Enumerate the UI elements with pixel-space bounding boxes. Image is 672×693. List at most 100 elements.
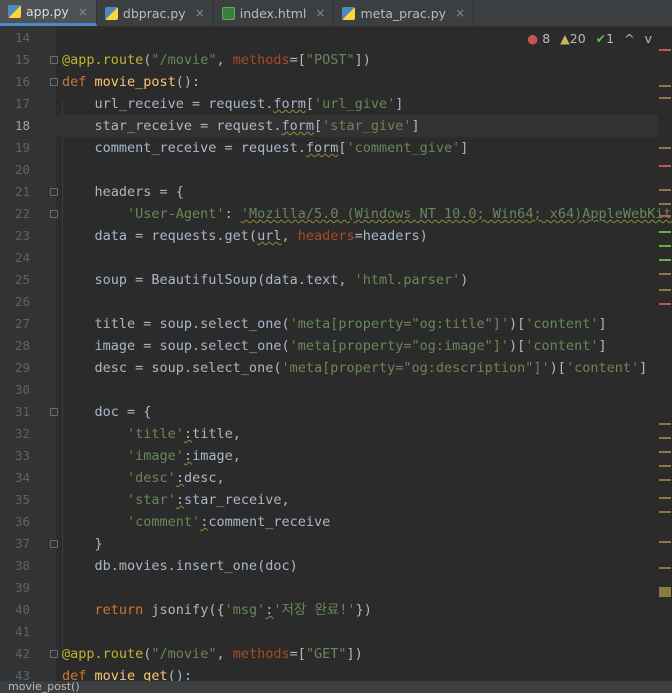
- code-line[interactable]: 39: [0, 577, 658, 599]
- code-line[interactable]: 20: [0, 159, 658, 181]
- tab-meta_prac-py[interactable]: meta_prac.py ×: [334, 0, 475, 26]
- code-token: 'meta[property="og:title"]': [289, 316, 510, 332]
- code-line[interactable]: 32 'title':title,: [0, 423, 658, 445]
- close-icon[interactable]: ×: [195, 6, 205, 20]
- breadcrumb-bar[interactable]: movie_post(): [0, 681, 672, 693]
- code-line[interactable]: 42 @app.route("/movie", methods=["GET"]): [0, 643, 658, 665]
- code-text: url_receive = request.form['url_give']: [62, 93, 404, 115]
- fold-marker-icon[interactable]: [50, 650, 58, 658]
- code-line[interactable]: 35 'star':star_receive,: [0, 489, 658, 511]
- code-token: url_receive = request.: [62, 96, 274, 112]
- warning-marker[interactable]: [659, 189, 671, 191]
- line-number: 25: [14, 272, 30, 287]
- code-token: form: [281, 118, 314, 134]
- code-line[interactable]: 26: [0, 291, 658, 313]
- close-icon[interactable]: ×: [78, 5, 88, 19]
- warning-marker[interactable]: [659, 147, 671, 149]
- code-line[interactable]: 21 headers = {: [0, 181, 658, 203]
- change-marker[interactable]: [659, 245, 671, 247]
- error-icon: ●: [527, 31, 539, 46]
- code-line[interactable]: 38 db.movies.insert_one(doc): [0, 555, 658, 577]
- fold-marker-icon[interactable]: [50, 540, 58, 548]
- code-text: data = requests.get(url, headers=headers…: [62, 225, 428, 247]
- code-text: @app.route("/movie", methods=["GET"]): [62, 643, 363, 665]
- code-line[interactable]: 34 'desc':desc,: [0, 467, 658, 489]
- code-token: comment_receive = request.: [62, 140, 306, 156]
- code-line[interactable]: 36 'comment':comment_receive: [0, 511, 658, 533]
- code-line[interactable]: 15 @app.route("/movie", methods=["POST"]): [0, 49, 658, 71]
- inspection-widget[interactable]: ● 8 ▲20 ✔1 ^ v: [527, 31, 652, 46]
- code-line[interactable]: 18 star_receive = request.form['star_giv…: [0, 115, 658, 137]
- code-line[interactable]: 43 def movie_get():: [0, 665, 658, 681]
- warning-marker[interactable]: [659, 451, 671, 453]
- code-line[interactable]: 29 desc = soup.select_one('meta[property…: [0, 357, 658, 379]
- change-marker[interactable]: [659, 231, 671, 233]
- code-token: :: [175, 470, 184, 486]
- fold-marker-icon[interactable]: [50, 210, 58, 218]
- previous-highlight-button[interactable]: ^: [624, 31, 634, 46]
- code-line[interactable]: 28 image = soup.select_one('meta[propert…: [0, 335, 658, 357]
- close-icon[interactable]: ×: [455, 6, 465, 20]
- code-line[interactable]: 16 def movie_post():: [0, 71, 658, 93]
- code-token: 'comment_give': [346, 140, 461, 156]
- breadcrumb[interactable]: movie_post(): [8, 681, 80, 693]
- warning-marker[interactable]: [659, 423, 671, 425]
- code-token: 'meta[property="og:image"]': [289, 338, 510, 354]
- code-line[interactable]: 40 return jsonify({'msg':'저장 완료!'}): [0, 599, 658, 621]
- code-token: =headers): [354, 228, 428, 244]
- tab-index-html[interactable]: index.html ×: [214, 0, 335, 26]
- warning-marker[interactable]: [659, 479, 671, 481]
- next-highlight-button[interactable]: v: [645, 31, 652, 46]
- warning-marker[interactable]: [659, 289, 671, 291]
- tab-dbprac-py[interactable]: dbprac.py ×: [97, 0, 214, 26]
- code-line[interactable]: 23 data = requests.get(url, headers=head…: [0, 225, 658, 247]
- code-token: doc = {: [62, 404, 152, 420]
- error-marker[interactable]: [659, 49, 671, 51]
- code-line[interactable]: 41: [0, 621, 658, 643]
- warning-marker[interactable]: [659, 97, 671, 99]
- code-token: jsonify({: [151, 602, 225, 618]
- code-line[interactable]: 24: [0, 247, 658, 269]
- fold-marker-icon[interactable]: [50, 188, 58, 196]
- warning-marker[interactable]: [659, 497, 671, 499]
- fold-marker-icon[interactable]: [50, 78, 58, 86]
- close-icon[interactable]: ×: [315, 6, 325, 20]
- warning-marker[interactable]: [659, 541, 671, 543]
- warning-count[interactable]: ▲20: [560, 31, 586, 46]
- code-line[interactable]: 33 'image':image,: [0, 445, 658, 467]
- code-line[interactable]: 25 soup = BeautifulSoup(data.text, 'html…: [0, 269, 658, 291]
- change-marker[interactable]: [659, 259, 671, 261]
- fold-marker-icon[interactable]: [50, 56, 58, 64]
- code-token: :: [175, 492, 184, 508]
- warning-marker[interactable]: [659, 273, 671, 275]
- code-token: 'content': [525, 338, 599, 354]
- warning-marker[interactable]: [659, 511, 671, 513]
- code-editor[interactable]: ● 8 ▲20 ✔1 ^ v 14 15 @app.route("/movie", …: [0, 27, 672, 681]
- error-count[interactable]: ● 8: [527, 31, 550, 46]
- code-token: db.movies.insert_one(doc): [62, 558, 298, 574]
- code-line[interactable]: 27 title = soup.select_one('meta[propert…: [0, 313, 658, 335]
- code-token: "/movie": [151, 52, 217, 68]
- line-number: 28: [14, 338, 30, 353]
- code-line[interactable]: 37 }: [0, 533, 658, 555]
- code-token: ]: [639, 360, 648, 376]
- error-stripe[interactable]: [658, 27, 672, 681]
- fold-marker-icon[interactable]: [50, 408, 58, 416]
- code-text: soup = BeautifulSoup(data.text, 'html.pa…: [62, 269, 469, 291]
- scroll-thumb[interactable]: [659, 587, 671, 597]
- code-line[interactable]: 19 comment_receive = request.form['comme…: [0, 137, 658, 159]
- error-marker[interactable]: [659, 303, 671, 305]
- code-line[interactable]: 22 'User-Agent': 'Mozilla/5.0 (Windows N…: [0, 203, 672, 225]
- weak-warning-count[interactable]: ✔1: [596, 31, 614, 46]
- warning-marker[interactable]: [659, 85, 671, 87]
- tab-app-py[interactable]: app.py ×: [0, 0, 97, 26]
- code-line[interactable]: 17 url_receive = request.form['url_give'…: [0, 93, 658, 115]
- code-line[interactable]: 31 doc = {: [0, 401, 658, 423]
- warning-marker[interactable]: [659, 465, 671, 467]
- error-marker[interactable]: [659, 165, 671, 167]
- code-line[interactable]: 30: [0, 379, 658, 401]
- warning-marker[interactable]: [659, 567, 671, 569]
- code-token: 'star': [127, 492, 176, 508]
- warning-marker[interactable]: [659, 437, 671, 439]
